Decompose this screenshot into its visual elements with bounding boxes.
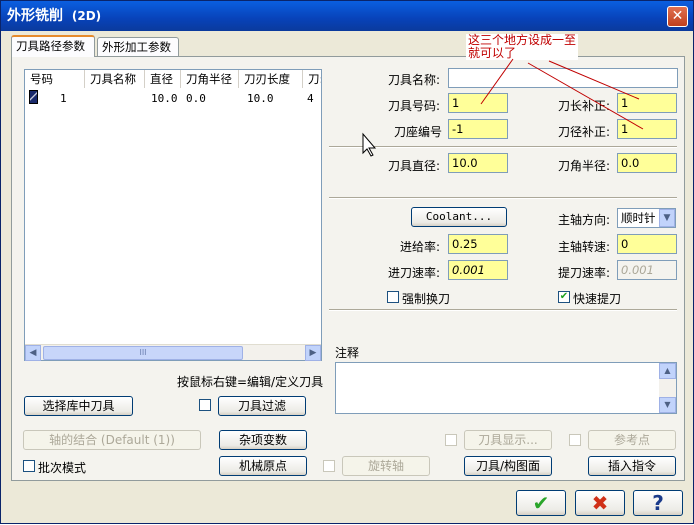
tab-toolpath-params[interactable]: 刀具路径参数 [11,35,95,57]
mouse-cursor-icon [362,132,377,157]
dialog-window: 外形铣削 (2D) ✕ 刀具路径参数 外形加工参数 号码 刀具名称 直径 刀角半… [0,0,694,524]
annotation-arrow-line [548,60,640,100]
annotation-arrow-line [480,58,514,105]
annotation-arrow-line [527,62,644,130]
annotation-arrows [362,58,644,157]
